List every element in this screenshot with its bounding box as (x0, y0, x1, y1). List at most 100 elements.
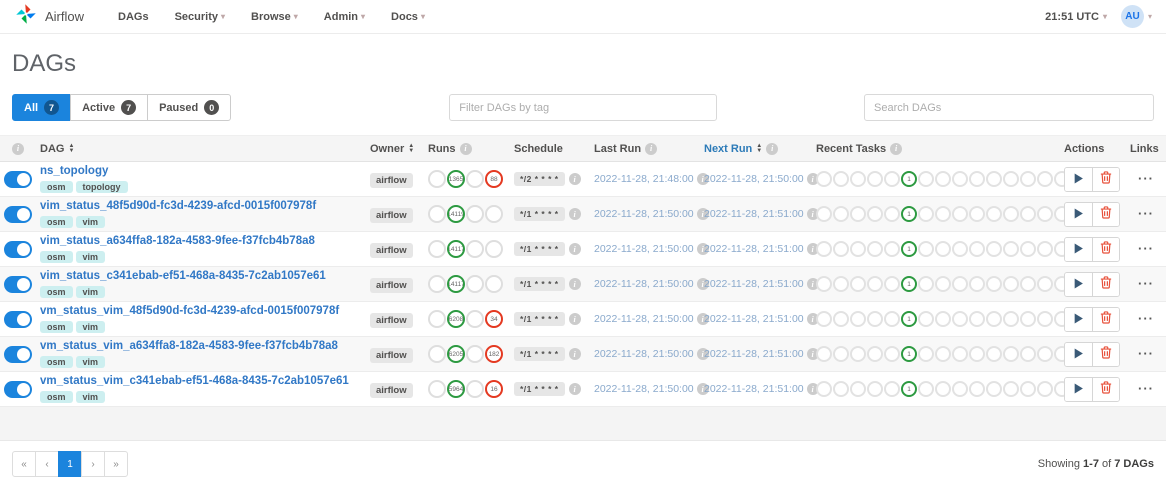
owner-badge[interactable]: airflow (370, 208, 413, 223)
recent-task-circle[interactable] (986, 171, 1002, 187)
trigger-dag-button[interactable] (1065, 343, 1092, 366)
dag-pause-toggle[interactable] (4, 171, 32, 188)
dag-tag[interactable]: vim (76, 251, 106, 263)
recent-task-circle[interactable] (884, 206, 900, 222)
recent-task-circle[interactable] (986, 206, 1002, 222)
delete-dag-button[interactable] (1092, 168, 1119, 191)
last-run-link[interactable]: 2022-11-28, 21:50:00 (594, 278, 694, 290)
links-menu[interactable]: ··· (1138, 276, 1154, 291)
recent-task-circle[interactable] (969, 381, 985, 397)
info-icon[interactable]: i (569, 208, 581, 220)
owner-badge[interactable]: airflow (370, 243, 413, 258)
runs-running-circle[interactable] (466, 380, 484, 398)
recent-task-circle[interactable] (884, 311, 900, 327)
dag-tag[interactable]: osm (40, 391, 73, 403)
recent-task-circle[interactable] (1003, 241, 1019, 257)
recent-task-circle[interactable] (850, 206, 866, 222)
recent-task-circle[interactable] (952, 311, 968, 327)
info-icon[interactable]: i (645, 143, 657, 155)
recent-task-circle[interactable] (986, 346, 1002, 362)
runs-failed-circle[interactable]: 16 (485, 380, 503, 398)
recent-task-circle[interactable] (1020, 381, 1036, 397)
last-run-link[interactable]: 2022-11-28, 21:48:00 (594, 173, 694, 185)
links-menu[interactable]: ··· (1138, 381, 1154, 396)
recent-task-circle[interactable] (1037, 206, 1053, 222)
runs-queued-circle[interactable] (428, 310, 446, 328)
runs-queued-circle[interactable] (428, 380, 446, 398)
header-owner[interactable]: Owner ▲▼ (366, 143, 424, 155)
recent-task-circle[interactable] (884, 171, 900, 187)
runs-success-circle[interactable]: 14117 (447, 240, 465, 258)
nav-docs[interactable]: Docs▾ (391, 11, 425, 23)
recent-task-circle[interactable] (867, 311, 883, 327)
recent-task-circle[interactable] (867, 241, 883, 257)
schedule-badge[interactable]: */1 * * * * (514, 242, 565, 256)
recent-task-circle[interactable] (816, 276, 832, 292)
last-run-link[interactable]: 2022-11-28, 21:50:00 (594, 348, 694, 360)
owner-badge[interactable]: airflow (370, 173, 413, 188)
recent-task-circle[interactable] (918, 171, 934, 187)
recent-task-circle[interactable] (1037, 311, 1053, 327)
trigger-dag-button[interactable] (1065, 203, 1092, 226)
dag-pause-toggle[interactable] (4, 241, 32, 258)
tab-all[interactable]: All7 (12, 94, 71, 121)
info-icon[interactable]: i (890, 143, 902, 155)
tab-paused[interactable]: Paused0 (147, 94, 231, 121)
recent-task-circle[interactable] (1037, 276, 1053, 292)
owner-badge[interactable]: airflow (370, 348, 413, 363)
info-icon[interactable]: i (12, 143, 24, 155)
info-icon[interactable]: i (569, 348, 581, 360)
recent-task-circle[interactable] (969, 346, 985, 362)
recent-task-circle[interactable] (986, 276, 1002, 292)
recent-task-circle[interactable] (867, 171, 883, 187)
timezone-selector[interactable]: 21:51 UTC▾ (1045, 11, 1107, 23)
recent-task-circle[interactable] (1003, 311, 1019, 327)
runs-success-circle[interactable]: 6208 (447, 310, 465, 328)
dag-tag[interactable]: vim (76, 391, 106, 403)
trigger-dag-button[interactable] (1065, 168, 1092, 191)
last-run-link[interactable]: 2022-11-28, 21:50:00 (594, 243, 694, 255)
recent-task-circle[interactable] (816, 241, 832, 257)
recent-task-circle[interactable] (1003, 381, 1019, 397)
dag-tag[interactable]: osm (40, 216, 73, 228)
recent-task-circle[interactable] (1020, 171, 1036, 187)
recent-task-circle[interactable] (867, 276, 883, 292)
nav-dags[interactable]: DAGs (118, 11, 149, 23)
owner-badge[interactable]: airflow (370, 313, 413, 328)
recent-task-circle[interactable] (935, 346, 951, 362)
recent-task-circle[interactable] (1003, 276, 1019, 292)
links-menu[interactable]: ··· (1138, 311, 1154, 326)
runs-success-circle[interactable]: 14117 (447, 275, 465, 293)
runs-success-circle[interactable]: 6205 (447, 345, 465, 363)
runs-success-circle[interactable]: 1365 (447, 170, 465, 188)
recent-task-circle[interactable] (850, 311, 866, 327)
recent-task-circle[interactable] (986, 241, 1002, 257)
delete-dag-button[interactable] (1092, 238, 1119, 261)
runs-running-circle[interactable] (466, 275, 484, 293)
pagination-page-1[interactable]: 1 (58, 451, 82, 477)
nav-admin[interactable]: Admin▾ (324, 11, 365, 23)
recent-task-circle[interactable] (952, 206, 968, 222)
pagination-first[interactable]: « (12, 451, 36, 477)
dag-tag[interactable]: topology (76, 181, 128, 193)
dag-link[interactable]: vim_status_c341ebab-ef51-468a-8435-7c2ab… (40, 270, 362, 283)
recent-task-circle[interactable] (833, 381, 849, 397)
recent-task-circle[interactable] (1037, 346, 1053, 362)
trigger-dag-button[interactable] (1065, 378, 1092, 401)
runs-running-circle[interactable] (466, 310, 484, 328)
pagination-last[interactable]: » (104, 451, 128, 477)
recent-task-circle[interactable] (1003, 206, 1019, 222)
recent-task-circle[interactable] (1003, 346, 1019, 362)
dag-link[interactable]: vm_status_vim_c341ebab-ef51-468a-8435-7c… (40, 375, 362, 388)
recent-task-circle[interactable]: 1 (901, 346, 917, 362)
recent-task-circle[interactable] (935, 171, 951, 187)
next-run-link[interactable]: 2022-11-28, 21:51:00 (704, 208, 804, 220)
recent-task-circle[interactable] (850, 346, 866, 362)
dag-tag[interactable]: vim (76, 216, 106, 228)
recent-task-circle[interactable] (1020, 206, 1036, 222)
recent-task-circle[interactable] (952, 381, 968, 397)
runs-failed-circle[interactable] (485, 240, 503, 258)
dag-tag[interactable]: osm (40, 286, 73, 298)
dag-pause-toggle[interactable] (4, 381, 32, 398)
runs-queued-circle[interactable] (428, 170, 446, 188)
